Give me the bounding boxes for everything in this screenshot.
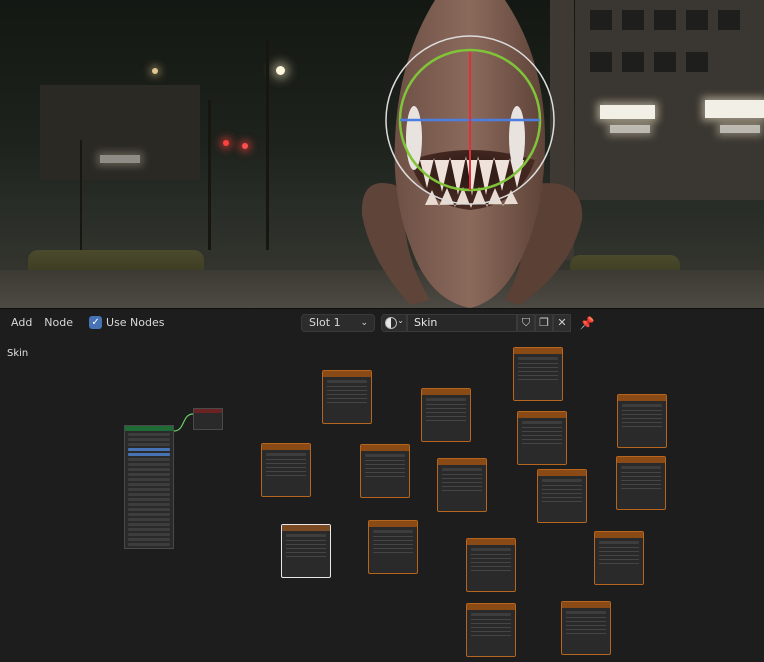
image-texture-node[interactable]: [421, 388, 471, 442]
image-texture-node[interactable]: [466, 538, 516, 592]
image-texture-node[interactable]: [594, 531, 644, 585]
image-texture-node[interactable]: [617, 394, 667, 448]
slot-label: Slot 1: [309, 316, 341, 329]
image-texture-node[interactable]: [368, 520, 418, 574]
chevron-down-icon: ⌄: [360, 318, 368, 328]
fish-model[interactable]: [0, 0, 764, 308]
image-texture-node-selected[interactable]: [281, 524, 331, 578]
image-texture-node[interactable]: [466, 603, 516, 657]
use-nodes-label[interactable]: Use Nodes: [106, 316, 165, 329]
node-menu[interactable]: Node: [38, 313, 79, 333]
image-texture-node[interactable]: [513, 347, 563, 401]
duplicate-icon[interactable]: ❐: [535, 314, 553, 332]
image-texture-node[interactable]: [261, 443, 311, 497]
image-texture-node[interactable]: [517, 411, 567, 465]
checkbox-icon[interactable]: ✓: [89, 316, 103, 329]
fake-user-shield-icon[interactable]: ⛉: [517, 314, 535, 332]
chevron-down-icon: ⌄: [397, 316, 404, 325]
image-texture-node[interactable]: [322, 370, 372, 424]
node-editor-header: Add Node ✓ Use Nodes Slot 1 ⌄ ⌄ Skin ⛉ ❐…: [0, 308, 764, 336]
image-texture-node[interactable]: [616, 456, 666, 510]
image-texture-node[interactable]: [360, 444, 410, 498]
material-browse-button[interactable]: ⌄: [381, 314, 407, 332]
material-sphere-icon: [385, 317, 397, 329]
material-name-field[interactable]: Skin: [407, 314, 517, 332]
image-texture-node[interactable]: [561, 601, 611, 655]
material-output-node[interactable]: [193, 408, 223, 430]
slot-dropdown[interactable]: Slot 1 ⌄: [301, 314, 375, 332]
add-menu[interactable]: Add: [5, 313, 38, 333]
3d-viewport[interactable]: [0, 0, 764, 308]
image-texture-node[interactable]: [437, 458, 487, 512]
principled-bsdf-node[interactable]: [124, 425, 174, 549]
image-texture-node[interactable]: [537, 469, 587, 523]
close-icon[interactable]: ✕: [553, 314, 571, 332]
node-editor-canvas[interactable]: Skin: [0, 336, 764, 662]
pin-icon[interactable]: 📌: [578, 314, 596, 332]
